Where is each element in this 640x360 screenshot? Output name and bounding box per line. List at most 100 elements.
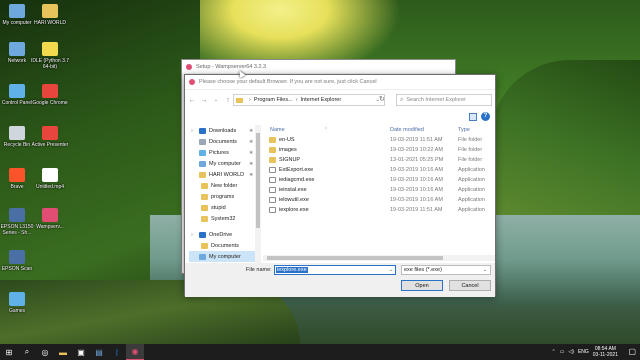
file-name: iexplore.exe: [279, 207, 309, 213]
forward-arrow-icon[interactable]: →: [199, 95, 209, 105]
file-name-input[interactable]: iexplore.exe ⌄: [274, 265, 396, 275]
browse-dialog[interactable]: Please choose your default Browser. If y…: [184, 74, 496, 297]
file-row[interactable]: images 19-03-2019 10:22 AM File folder: [267, 145, 493, 155]
navigation-pane: › Downloads ✱ Documents ✱ Pictures ✱ My compute…: [189, 125, 255, 263]
network-icon[interactable]: ▭: [560, 349, 565, 355]
volume-icon[interactable]: ◁): [568, 349, 574, 355]
dialog-titlebar[interactable]: Please choose your default Browser. If y…: [185, 75, 495, 90]
desktop-icon[interactable]: Google Chrome: [30, 84, 70, 106]
desktop-icon-label: Games: [8, 308, 26, 314]
chrome-icon: [42, 84, 58, 98]
breadcrumb-item-program-files[interactable]: Program Files...: [254, 97, 293, 103]
nav-item[interactable]: › Downloads ✱: [189, 125, 255, 136]
setup-window-titlebar[interactable]: Setup - Wampserver64 3.2.3: [182, 60, 455, 73]
network-icon: [9, 42, 25, 56]
help-icon[interactable]: ?: [481, 112, 490, 121]
nav-item-label: Documents: [209, 138, 237, 145]
file-type: Application: [458, 177, 485, 183]
file-row[interactable]: en-US 19-03-2019 11:51 AM File folder: [267, 135, 493, 145]
desktop-icon[interactable]: Wampserv...: [30, 208, 70, 230]
nav-item[interactable]: Pictures ✱: [189, 147, 255, 158]
nav-item-label: New folder: [211, 182, 238, 189]
cancel-button[interactable]: Cancel: [449, 280, 491, 291]
file-row[interactable]: ieinstal.exe 19-03-2019 10:16 AM Applicati…: [267, 185, 493, 195]
address-bar[interactable]: › Program Files... › Internet Explorer ⌄: [233, 94, 385, 106]
nav-item[interactable]: Documents: [189, 240, 255, 251]
column-header-type[interactable]: Type: [458, 127, 470, 133]
file-type: File folder: [458, 137, 483, 143]
notifications-icon[interactable]: ▢: [628, 347, 636, 356]
file-date: 19-03-2019 11:51 AM: [390, 207, 443, 213]
pin-icon: ✱: [249, 127, 253, 133]
file-row[interactable]: iexplore.exe 19-03-2019 11:51 AM Applicati…: [267, 205, 493, 215]
wampserver-icon[interactable]: ◉: [126, 344, 144, 360]
chevron-up-icon[interactable]: ⌃: [551, 349, 555, 355]
clock[interactable]: 08:54 AM 03-11-2021: [593, 346, 618, 358]
nav-item[interactable]: Documents ✱: [189, 136, 255, 147]
column-header-date[interactable]: Date modified: [390, 127, 424, 133]
breadcrumb-item-internet-explorer[interactable]: Internet Explorer: [301, 97, 342, 103]
file-row[interactable]: SIGNUP 13-01-2021 05:25 PM File folder: [267, 155, 493, 165]
file-row[interactable]: iediagcmd.exe 19-03-2019 10:16 AM Applicat…: [267, 175, 493, 185]
search-icon[interactable]: ⌕: [18, 344, 36, 360]
nav-item[interactable]: New folder: [189, 180, 255, 191]
navigation-scrollbar-thumb[interactable]: [256, 133, 260, 228]
store-icon[interactable]: ▣: [72, 344, 90, 360]
nav-item[interactable]: stupid: [189, 202, 255, 213]
bluetooth-icon[interactable]: ᛒ: [108, 344, 126, 360]
pin-icon: ✱: [249, 160, 253, 166]
expand-chevron-icon[interactable]: ›: [191, 128, 193, 134]
desktop-icon[interactable]: HARI WORLD: [30, 4, 70, 26]
desktop-icon-label: Untitled.mp4: [35, 184, 65, 190]
app-icon[interactable]: ▤: [90, 344, 108, 360]
folder-icon: [199, 171, 206, 178]
expand-chevron-icon[interactable]: ›: [191, 232, 193, 238]
pin-icon: ✱: [249, 149, 253, 155]
start-icon[interactable]: ⊞: [0, 344, 18, 360]
nav-item[interactable]: programs: [189, 191, 255, 202]
horizontal-scrollbar-thumb[interactable]: [267, 256, 443, 260]
file-type-value: exe files (*.exe): [404, 267, 442, 273]
desktop-icon[interactable]: Games: [0, 292, 37, 314]
nav-item[interactable]: › OneDrive: [189, 229, 255, 240]
control-panel-icon: [9, 84, 25, 98]
file-explorer-icon[interactable]: ▬: [54, 344, 72, 360]
file-row[interactable]: ielowutil.exe 19-03-2019 10:16 AM Applicat…: [267, 195, 493, 205]
nav-item-label: HARI WORLD: [209, 171, 245, 178]
column-header-name[interactable]: Name: [270, 127, 285, 133]
search-input[interactable]: ⌕ Search Internet Explorer: [396, 94, 492, 106]
nav-item-label: Pictures: [209, 149, 229, 156]
nav-item[interactable]: My computer: [189, 251, 255, 262]
nav-item-label: System32: [211, 215, 236, 222]
task-view-icon[interactable]: ◎: [36, 344, 54, 360]
desktop-icon[interactable]: EPSON Scan: [0, 250, 37, 272]
nav-item[interactable]: HARI WORLD ✱: [189, 169, 255, 180]
file-row[interactable]: ExtExport.exe 19-03-2019 10:16 AM Applicat…: [267, 165, 493, 175]
folder-icon: [42, 4, 58, 18]
desktop-icon[interactable]: Untitled.mp4: [30, 168, 70, 190]
desktop-icon-label: Google Chrome: [32, 100, 68, 106]
back-arrow-icon[interactable]: ←: [187, 95, 197, 105]
desktop-icon[interactable]: Active Presenter: [30, 126, 70, 148]
application-icon: [269, 207, 276, 213]
folder-icon: [201, 193, 208, 200]
dialog-footer: File name: iexplore.exe ⌄ exe files (*.e…: [185, 263, 495, 297]
chevron-down-icon[interactable]: ⌄: [389, 267, 393, 273]
horizontal-scrollbar[interactable]: [263, 255, 495, 261]
up-arrow-icon[interactable]: ↑: [223, 95, 233, 105]
application-icon: [269, 177, 276, 183]
desktop-icon[interactable]: IDLE (Python 3.7 64-bit): [30, 42, 70, 70]
navigation-scrollbar[interactable]: [255, 125, 261, 263]
language-indicator[interactable]: ENG: [578, 349, 589, 355]
open-button[interactable]: Open: [401, 280, 443, 291]
refresh-icon[interactable]: ↻: [379, 95, 385, 103]
nav-item[interactable]: System32: [189, 213, 255, 224]
nav-item[interactable]: My computer ✱: [189, 158, 255, 169]
games-icon: [9, 292, 25, 306]
recent-chevron-icon[interactable]: ⌄: [211, 95, 221, 105]
desktop-icon-label: EPSON Scan: [1, 266, 33, 272]
view-options-icon[interactable]: [469, 113, 477, 121]
nav-item-label: My computer: [209, 160, 241, 167]
file-type-select[interactable]: exe files (*.exe) ⌄: [401, 265, 491, 275]
file-name: en-US: [279, 137, 295, 143]
